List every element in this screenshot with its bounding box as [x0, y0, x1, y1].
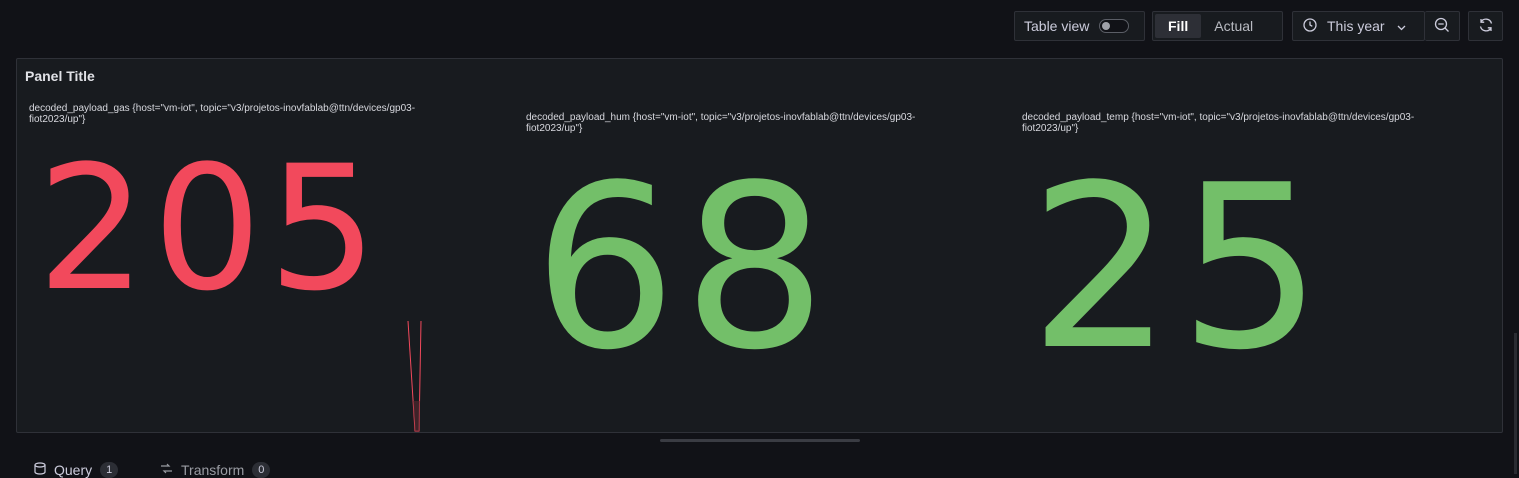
tab-query[interactable]: Query 1 — [34, 462, 119, 478]
chevron-down-icon — [1397, 18, 1406, 34]
stat-temp-value: 25 — [1029, 137, 1329, 400]
fill-option[interactable]: Fill — [1155, 14, 1202, 38]
stat-gas-name: decoded_payload_gas {host="vm-iot", topi… — [29, 103, 416, 125]
tab-query-count: 1 — [100, 462, 119, 478]
gas-sparkline — [407, 321, 422, 432]
scrollbar[interactable] — [1514, 333, 1517, 474]
pane-resize-handle[interactable] — [660, 439, 860, 442]
tab-transform-label: Transform — [181, 462, 245, 478]
table-view-label: Table view — [1024, 18, 1090, 34]
refresh-icon — [1478, 17, 1494, 36]
table-view-switch[interactable] — [1099, 19, 1130, 33]
editor-tabs: Query 1 Transform 0 — [0, 454, 1519, 478]
table-view-toggle[interactable]: Table view — [1014, 11, 1145, 41]
zoom-out-button[interactable] — [1425, 11, 1460, 41]
fill-actual-radio-group: Fill Actual — [1152, 11, 1283, 41]
zoom-out-icon — [1434, 17, 1450, 36]
tab-query-label: Query — [54, 462, 93, 478]
time-range-picker[interactable]: This year — [1292, 11, 1425, 41]
panel-editor-toolbar: Table view Fill Actual This year — [0, 0, 1519, 52]
stat-hum-value: 68 — [533, 137, 833, 400]
tab-transform-count: 0 — [252, 462, 271, 478]
panel-title[interactable]: Panel Title — [25, 68, 95, 84]
tab-transform[interactable]: Transform 0 — [160, 462, 271, 478]
refresh-button[interactable] — [1468, 11, 1503, 41]
switch-knob — [1102, 22, 1111, 30]
stat-temp-name: decoded_payload_temp {host="vm-iot", top… — [1022, 112, 1415, 134]
time-range-label: This year — [1327, 18, 1385, 34]
database-icon — [34, 462, 46, 478]
stat-panel: Panel Title decoded_payload_gas {host="v… — [16, 58, 1503, 433]
actual-option[interactable]: Actual — [1201, 14, 1266, 38]
stat-gas-value: 205 — [37, 128, 384, 329]
transform-icon — [160, 462, 173, 478]
stat-hum-name: decoded_payload_hum {host="vm-iot", topi… — [526, 112, 916, 134]
clock-icon — [1303, 17, 1317, 35]
